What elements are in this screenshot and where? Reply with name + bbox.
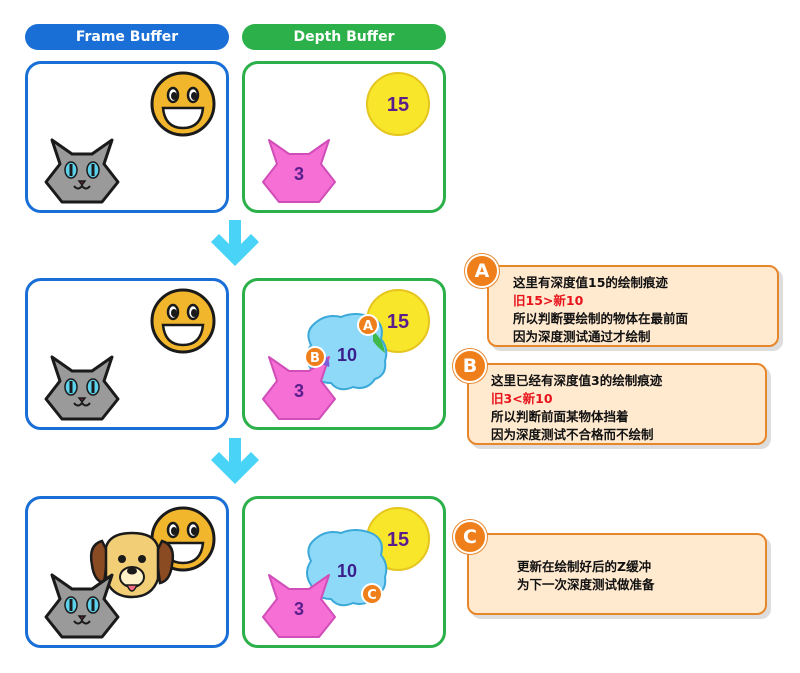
depth-buffer-panel-2: 15 10 3 A B xyxy=(242,278,446,430)
note-c-line-2: 为下一次深度测试做准备 xyxy=(517,577,655,592)
dog-depth-value: 10 xyxy=(337,561,357,581)
down-arrow-icon xyxy=(211,220,259,266)
note-a-badge: A xyxy=(465,254,499,288)
note-a-line-1: 这里有深度值15的绘制痕迹 xyxy=(513,275,668,290)
svg-text:C: C xyxy=(367,588,377,603)
note-a-line-2: 旧15>新10 xyxy=(513,293,584,308)
note-c-badge: C xyxy=(453,520,487,554)
cat-depth-value: 3 xyxy=(294,599,304,619)
note-c-line-1: 更新在绘制好后的Z缓冲 xyxy=(517,559,652,574)
cat-depth-shape: 3 xyxy=(262,139,336,203)
cat-icon xyxy=(44,355,120,421)
depth-buffer-panel-3: 15 10 3 C xyxy=(242,496,446,648)
cat-depth-value: 3 xyxy=(294,381,304,401)
cat-icon xyxy=(44,573,120,639)
smiley-icon xyxy=(150,71,216,137)
ball-depth-value: 15 xyxy=(387,94,409,116)
ball-depth-value: 15 xyxy=(387,311,409,333)
marker-c-icon: C xyxy=(361,583,383,605)
cat-depth-shape: 3 xyxy=(262,356,336,420)
frame-buffer-panel-1 xyxy=(25,61,229,213)
svg-text:A: A xyxy=(363,319,373,334)
frame-buffer-header: Frame Buffer xyxy=(25,24,229,50)
down-arrow-icon xyxy=(211,438,259,484)
dog-depth-value: 10 xyxy=(337,345,357,365)
note-b-line-4: 因为深度测试不合格而不绘制 xyxy=(491,427,654,442)
frame-buffer-panel-2 xyxy=(25,278,229,430)
note-b-badge: B xyxy=(453,349,487,383)
ball-depth-shape: 15 xyxy=(366,72,430,136)
cat-depth-value: 3 xyxy=(294,164,304,184)
depth-buffer-panel-1: 15 3 xyxy=(242,61,446,213)
note-c: 更新在绘制好后的Z缓冲 为下一次深度测试做准备 xyxy=(467,533,767,615)
depth-buffer-header: Depth Buffer xyxy=(242,24,446,50)
marker-b-icon: B xyxy=(304,346,326,368)
note-b-line-3: 所以判断前面某物体挡着 xyxy=(491,409,629,424)
marker-a-icon: A xyxy=(357,314,379,336)
cat-depth-shape: 3 xyxy=(262,574,336,638)
note-b-line-1: 这里已经有深度值3的绘制痕迹 xyxy=(491,373,663,388)
ball-depth-value: 15 xyxy=(387,529,409,551)
smiley-icon xyxy=(150,288,216,354)
note-a: 这里有深度值15的绘制痕迹 旧15>新10 所以判断要绘制的物体在最前面 因为深… xyxy=(487,265,779,347)
note-a-line-3: 所以判断要绘制的物体在最前面 xyxy=(513,311,689,326)
svg-text:B: B xyxy=(310,351,320,366)
note-b: 这里已经有深度值3的绘制痕迹 旧3<新10 所以判断前面某物体挡着 因为深度测试… xyxy=(467,363,767,445)
note-b-line-2: 旧3<新10 xyxy=(491,391,553,406)
note-a-line-4: 因为深度测试通过才绘制 xyxy=(513,329,651,344)
frame-buffer-panel-3 xyxy=(25,496,229,648)
cat-icon xyxy=(44,138,120,204)
